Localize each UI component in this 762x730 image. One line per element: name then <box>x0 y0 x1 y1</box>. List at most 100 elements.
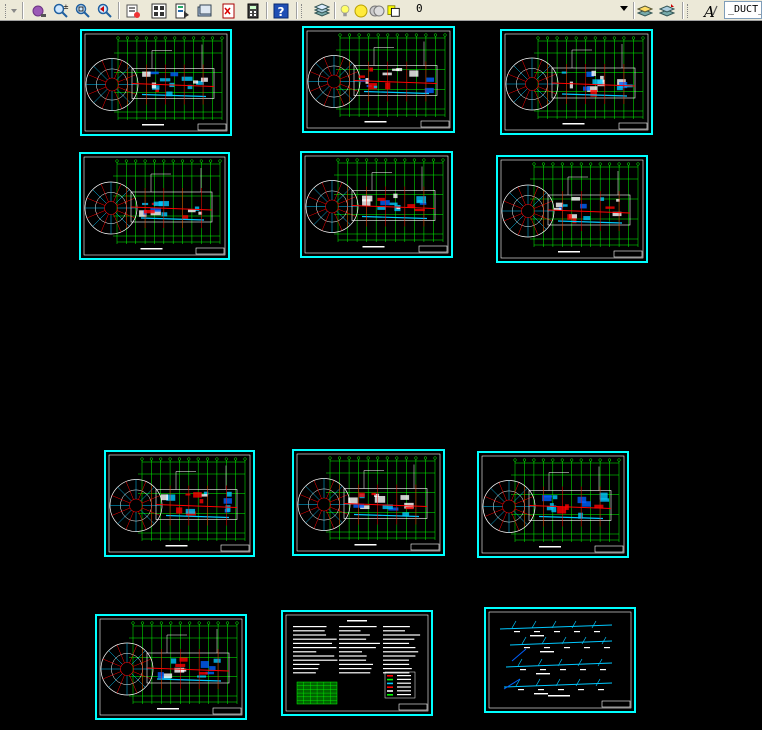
drawing-sheet-6[interactable] <box>496 155 648 263</box>
sheet-drawing <box>285 614 429 712</box>
axis-grid <box>129 621 239 704</box>
layer-name: 0 <box>416 2 423 15</box>
drawing-sheet-4[interactable] <box>79 152 230 260</box>
tool-palettes-icon[interactable] <box>173 2 191 19</box>
title-block <box>195 247 225 255</box>
make-current-layer-icon[interactable] <box>636 2 654 19</box>
title-block <box>418 245 448 253</box>
lock-icon[interactable] <box>369 2 385 19</box>
sheet-drawing <box>99 618 243 716</box>
zoom-realtime-icon[interactable]: ± <box>52 2 70 19</box>
svg-text:?: ? <box>278 5 285 19</box>
round-wing <box>305 180 359 233</box>
axis-grid <box>534 36 645 119</box>
text-style-dropdown[interactable]: _DUCT_ <box>724 1 762 19</box>
svg-text:±: ± <box>63 3 69 11</box>
sheet-drawing <box>83 156 226 256</box>
svg-text:A: A <box>702 3 715 19</box>
drawing-sheet-9[interactable] <box>477 451 629 558</box>
quickcalc-icon[interactable] <box>244 2 262 19</box>
building-body <box>131 44 215 99</box>
title-block <box>410 543 440 551</box>
markup-icon[interactable] <box>220 2 238 19</box>
round-wing <box>501 184 555 238</box>
sheet-title-mark <box>562 123 585 125</box>
drawing-sheet-3[interactable] <box>500 29 653 135</box>
round-wing <box>84 181 138 235</box>
drawing-sheet-1[interactable] <box>80 29 232 136</box>
realtime-pan-icon[interactable] <box>30 2 48 19</box>
inner-frame <box>304 155 449 254</box>
axis-grid <box>336 33 447 117</box>
layer-previous-icon[interactable] <box>658 2 676 19</box>
round-wing <box>307 55 361 108</box>
text-style-name: _DUCT_ <box>728 4 762 15</box>
sheet-drawing <box>108 454 251 553</box>
round-wing <box>109 479 163 532</box>
round-wing <box>505 57 559 111</box>
drawing-sheet-2[interactable] <box>302 26 455 133</box>
text-style-icon[interactable]: A <box>700 2 720 19</box>
sheet-title-mark <box>362 246 385 248</box>
sun-icon[interactable] <box>353 2 369 19</box>
title-block <box>594 545 624 553</box>
sheet-drawing <box>504 33 649 131</box>
building-body <box>353 41 438 96</box>
layer-manager-icon[interactable] <box>312 2 332 19</box>
design-center-icon[interactable] <box>150 2 168 19</box>
building-body <box>146 629 230 684</box>
title-block <box>398 703 428 711</box>
title-block <box>613 250 643 258</box>
help-icon[interactable]: ? <box>272 2 290 19</box>
drawing-sheet-7[interactable] <box>104 450 255 557</box>
zoom-window-icon[interactable] <box>74 2 92 19</box>
sheet-title-mark <box>142 124 164 126</box>
building-body <box>551 44 636 99</box>
toolbar-grip[interactable] <box>686 2 692 19</box>
building-body <box>343 464 428 519</box>
duct-system-diagram <box>499 620 613 697</box>
bulb-icon[interactable] <box>338 2 352 19</box>
sheet-set-icon[interactable] <box>196 2 214 19</box>
sheet-title-mark <box>140 248 163 250</box>
drawing-canvas[interactable] <box>0 21 762 730</box>
drawing-sheet-10[interactable] <box>95 614 247 720</box>
title-block <box>618 122 648 130</box>
building-body <box>351 166 436 221</box>
standard-toolbar: ± ? 0 A _DUCT_ <box>0 0 762 21</box>
chevron-down-icon[interactable] <box>620 6 628 11</box>
layer-dropdown[interactable]: 0 <box>404 1 632 19</box>
zoom-previous-icon[interactable] <box>96 2 114 19</box>
sheet-title-mark <box>364 121 387 123</box>
drawing-sheet-11[interactable] <box>281 610 433 716</box>
sheet-title-mark <box>165 545 188 547</box>
title-block <box>212 707 242 715</box>
sheet-drawing <box>306 30 451 129</box>
drawing-sheet-12[interactable] <box>484 607 636 713</box>
sheet-drawing <box>304 155 449 254</box>
sheet-drawing <box>84 33 228 132</box>
round-wing <box>297 478 351 531</box>
title-block <box>420 120 450 128</box>
sheet-title-mark <box>354 544 377 546</box>
round-wing <box>85 58 139 111</box>
color-swatch-icon[interactable] <box>387 2 401 19</box>
general-notes <box>293 620 421 705</box>
sheet-drawing <box>488 611 632 709</box>
round-wing <box>100 642 154 696</box>
sheet-title-mark <box>157 708 179 710</box>
title-block <box>197 123 227 131</box>
drawing-sheet-5[interactable] <box>300 151 453 258</box>
properties-icon[interactable] <box>124 2 142 19</box>
building-body <box>528 466 612 521</box>
chevron-down-icon[interactable] <box>10 2 18 19</box>
toolbar-grip[interactable] <box>300 2 306 19</box>
title-block <box>601 700 631 708</box>
sheet-drawing <box>500 159 644 259</box>
round-wing <box>482 480 536 533</box>
sheet-title-mark <box>558 251 580 253</box>
sheet-drawing <box>296 453 441 552</box>
title-block <box>220 544 250 552</box>
sheet-drawing <box>481 455 625 554</box>
drawing-sheet-8[interactable] <box>292 449 445 556</box>
